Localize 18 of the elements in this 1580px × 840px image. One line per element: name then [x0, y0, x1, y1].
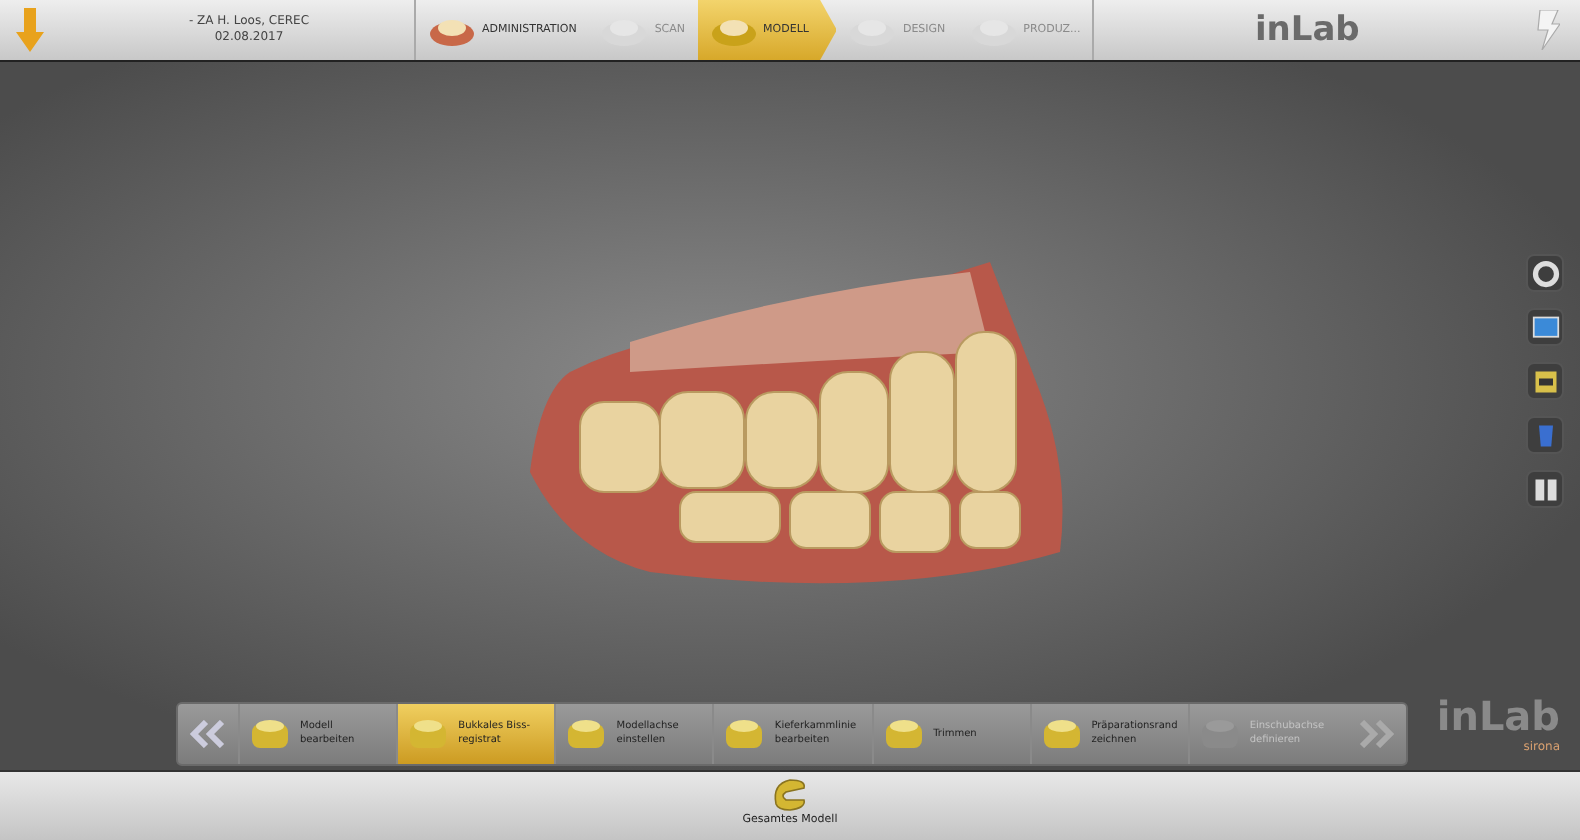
button-symbol-icon — [1531, 475, 1559, 503]
step-icon — [722, 716, 767, 752]
step-icon — [881, 716, 926, 752]
brand-logo: inLab — [1436, 692, 1560, 740]
button-symbol-icon — [1531, 367, 1559, 395]
ring-icon[interactable] — [1526, 254, 1564, 292]
lightning-icon[interactable] — [1536, 10, 1560, 50]
model-icon — [770, 776, 810, 812]
step-icon — [1039, 716, 1084, 752]
step-icon — [248, 716, 292, 752]
button-symbol-icon — [1531, 313, 1559, 341]
button-symbol-icon — [1531, 259, 1559, 287]
monitor-icon[interactable] — [1526, 308, 1564, 346]
step-icon — [406, 716, 451, 752]
app-logo: inLab — [1092, 0, 1520, 60]
double-chevron-right-icon — [1355, 720, 1396, 748]
step-icon — [564, 716, 609, 752]
double-chevron-left-icon — [188, 720, 228, 748]
